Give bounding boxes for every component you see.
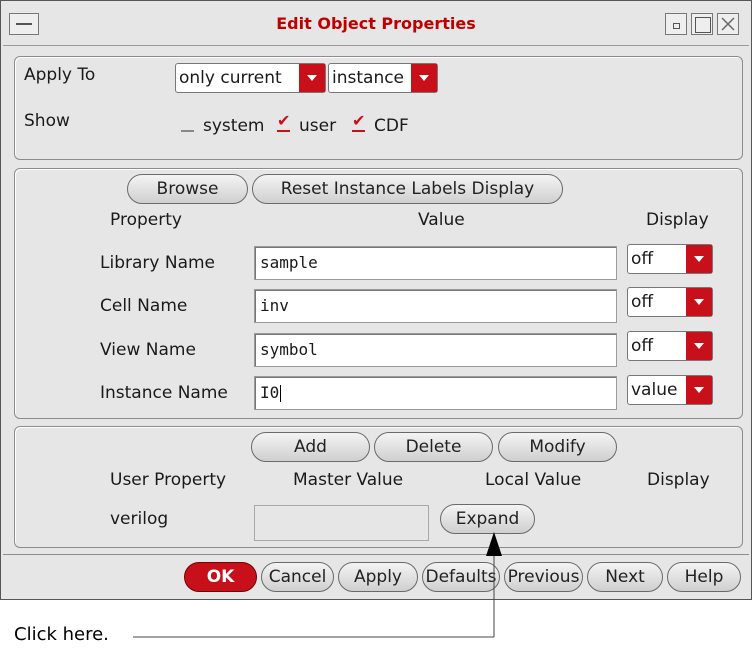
callout-arrow (133, 532, 502, 638)
callout-text: Click here. (14, 624, 109, 645)
